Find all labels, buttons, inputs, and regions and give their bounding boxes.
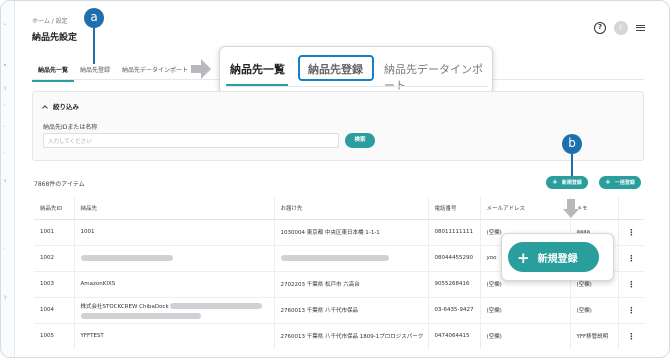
callout-pointer-b (571, 154, 573, 177)
sidebar-mark-9[interactable]: ｼ (4, 294, 8, 301)
filter-label: 納品先IDまたは名称 (43, 124, 98, 131)
page-title: 納品先設定 (32, 33, 78, 43)
cell-name: AmazonKIXS (73, 271, 274, 298)
plus-icon: + (605, 178, 611, 186)
zoom-add-delivery-label: 新規登録 (537, 254, 578, 265)
more-options-icon[interactable]: ⋮ (617, 323, 644, 349)
col-header-address[interactable]: お届け先 (273, 197, 428, 220)
cell-address: 2702203 千葉県 松戸市 六高台 (273, 271, 428, 298)
redacted-text (280, 254, 389, 261)
cell-name: 株式会社STOCKCREW ChibaDock (73, 297, 274, 324)
sidebar-mark-1[interactable]: ᵥ (4, 21, 8, 27)
cell-email: (空欄) (479, 297, 570, 324)
cell-memo: YFF移管説明 (569, 323, 618, 349)
cell-address (273, 245, 428, 272)
cell-memo: (空欄) (569, 297, 618, 324)
search-input[interactable]: 入力してください (43, 133, 339, 148)
cell-phone: 03-6435-9427 (427, 297, 480, 324)
add-delivery-label: 新規登録 (561, 180, 582, 186)
sidebar-mark-6[interactable]: ﾞ (4, 151, 8, 158)
redacted-text (80, 312, 201, 319)
more-options-icon[interactable]: ⋮ (617, 219, 644, 246)
cell-address: 1030004 東京都 中央区東日本橋 1-1-1 (273, 219, 428, 246)
callout-pointer-a (93, 28, 95, 64)
cell-phone: 08011111111 (427, 219, 480, 246)
cell-address: 2760013 千葉県 八千代市保品 (273, 297, 428, 324)
callout-badge-a: a (84, 8, 104, 28)
sidebar-mark-8[interactable]: ﾞ (4, 247, 8, 254)
filter-panel: 絞り込み 納品先IDまたは名称 入力してください 検索 (32, 91, 644, 161)
cell-id: 1001 (34, 219, 74, 246)
more-options-icon[interactable]: ⋮ (617, 297, 644, 324)
zoomed-button-callout: + 新規登録 (501, 233, 614, 281)
cell-id: 1005 (40, 333, 54, 340)
sidebar-mark-2[interactable]: ᴮ (4, 64, 8, 70)
plus-icon: + (552, 178, 558, 186)
cell-id: 1004 (34, 297, 74, 324)
sidebar-mark-4[interactable]: ﾞ (4, 104, 8, 111)
col-header-actions (617, 197, 644, 220)
cell-email: (空欄) (479, 323, 570, 349)
zoomed-tab-callout: 納品先一覧 納品先登録 納品先データインポート (219, 46, 493, 94)
search-button[interactable]: 検索 (345, 133, 375, 148)
table-header-row: 納品先ID 納品先 お届け先 電話番号 メールアドレス メモ (34, 197, 644, 220)
sidebar-mark-7[interactable]: ᵍ (4, 179, 8, 185)
bulk-add-button[interactable]: + 一括登録 (599, 176, 641, 189)
item-count: 7868件のアイテム (34, 181, 85, 188)
col-header-email[interactable]: メールアドレス (479, 197, 570, 220)
header-actions: ? F (594, 21, 645, 35)
col-header-id[interactable]: 納品先ID (34, 197, 74, 220)
col-header-phone[interactable]: 電話番号 (427, 197, 480, 220)
cell-id: 1003 (34, 271, 74, 298)
callout-badge-b: b (562, 134, 582, 154)
left-sidebar: ᵥ ᴮ ｼ ﾞ ﾞ ﾞ ᵍ ﾞ ｼ (1, 1, 15, 357)
plus-icon: + (517, 249, 530, 267)
table-row[interactable]: 1004 株式会社STOCKCREW ChibaDock 2760013 千葉県… (34, 297, 644, 324)
filter-title: 絞り込み (53, 103, 79, 111)
sidebar-mark-5[interactable]: ﾞ (4, 125, 8, 132)
bulk-add-label: 一括登録 (614, 180, 635, 186)
cell-name: YFFTEST (73, 323, 274, 349)
filter-toggle[interactable]: 絞り込み (42, 101, 79, 111)
cell-name-text: 株式会社STOCKCREW ChibaDock (80, 303, 169, 310)
zoom-tab-delivery-list: 納品先一覧 (230, 63, 285, 76)
menu-icon[interactable] (636, 25, 645, 31)
chevron-up-icon (42, 104, 48, 111)
redacted-text (170, 303, 263, 309)
help-icon[interactable]: ? (594, 22, 606, 34)
zoom-divider (226, 86, 488, 87)
add-delivery-button[interactable]: + 新規登録 (546, 176, 588, 189)
highlight-box (298, 55, 374, 81)
more-options-icon[interactable]: ⋮ (617, 245, 644, 272)
cell-name: 1001 (73, 219, 274, 246)
cell-phone: 9055268416 (427, 271, 480, 298)
cell-phone: 0474064415 (427, 323, 480, 349)
avatar[interactable]: F (614, 21, 628, 35)
zoom-tab-delivery-import: 納品先データインポート (384, 63, 483, 92)
col-header-name[interactable]: 納品先 (73, 197, 274, 220)
cell-address: 2760013 千葉県 八千代市保品 1809-1プロロジスパーク (273, 323, 428, 349)
active-tab-underline (226, 84, 288, 86)
table-row[interactable]: 1005 YFFTEST 2760013 千葉県 八千代市保品 1809-1プロ… (34, 323, 644, 349)
cell-phone: 08044455290 (427, 245, 480, 272)
cell-name (73, 245, 274, 272)
app-window: ᵥ ᴮ ｼ ﾞ ﾞ ﾞ ᵍ ﾞ ｼ ホーム / 設定 納品先設定 ? F a 納… (0, 0, 670, 358)
redacted-text (80, 254, 173, 261)
cell-id: 1002 (34, 245, 74, 272)
more-options-icon[interactable]: ⋮ (617, 271, 644, 298)
breadcrumb[interactable]: ホーム / 設定 (32, 16, 68, 25)
sidebar-mark-3[interactable]: ｼ (4, 85, 8, 92)
zoom-add-delivery-button: + 新規登録 (508, 242, 599, 272)
